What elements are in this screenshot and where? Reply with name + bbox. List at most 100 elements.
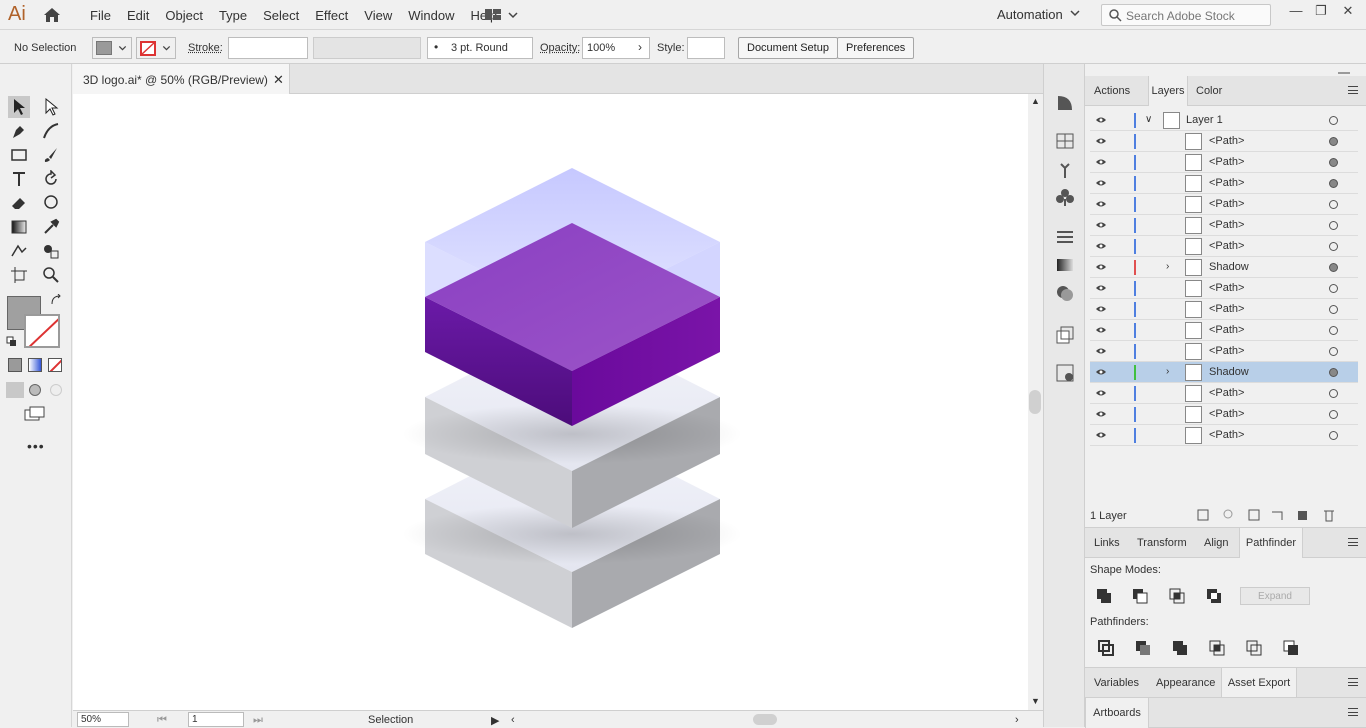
stroke-swatch[interactable] (136, 37, 176, 59)
variable-width-profile[interactable] (313, 37, 421, 59)
tab-pathfinder[interactable]: Pathfinder (1239, 528, 1303, 558)
artboard-field[interactable]: 1 (188, 712, 244, 727)
gradient-mode-button[interactable] (28, 358, 42, 372)
tab-color[interactable]: Color (1196, 85, 1222, 97)
stroke-panel-icon[interactable] (1054, 226, 1076, 248)
chevron-right-icon[interactable]: › (1166, 366, 1169, 377)
opacity-label[interactable]: Opacity: (540, 42, 580, 54)
current-tool-status[interactable]: Selection (368, 714, 413, 726)
direct-selection-tool[interactable] (40, 96, 62, 118)
layer-row[interactable]: ∨ Layer 1 (1090, 110, 1358, 131)
default-colors-icon[interactable] (6, 336, 18, 348)
curvature-tool[interactable] (40, 120, 62, 142)
target-circle-icon[interactable] (1329, 347, 1338, 356)
menu-window[interactable]: Window (400, 8, 462, 23)
trim-icon[interactable] (1135, 640, 1151, 656)
target-circle-icon[interactable] (1329, 242, 1338, 251)
tab-actions[interactable]: Actions (1094, 85, 1130, 97)
visibility-eye-icon[interactable] (1095, 137, 1107, 145)
group-row[interactable]: › Shadow (1090, 362, 1358, 383)
menu-object[interactable]: Object (157, 8, 211, 23)
tab-links[interactable]: Links (1094, 537, 1120, 549)
visibility-eye-icon[interactable] (1095, 368, 1107, 376)
gradient-tool[interactable] (8, 216, 30, 238)
path-row[interactable]: <Path> (1090, 152, 1358, 173)
visibility-eye-icon[interactable] (1095, 389, 1107, 397)
symbols-icon[interactable] (1054, 186, 1076, 208)
target-circle-icon[interactable] (1329, 431, 1338, 440)
tab-artboards[interactable]: Artboards (1085, 698, 1149, 728)
eyedropper-tool[interactable] (40, 216, 62, 238)
visibility-eye-icon[interactable] (1095, 305, 1107, 313)
color-mode-button[interactable] (8, 358, 22, 372)
merge-icon[interactable] (1172, 640, 1188, 656)
artboard-tool[interactable] (8, 264, 30, 286)
minus-front-icon[interactable] (1132, 588, 1148, 604)
stroke-color-box[interactable] (24, 314, 60, 348)
draw-behind-icon[interactable] (29, 384, 41, 396)
scroll-left-icon[interactable]: ‹ (511, 714, 515, 726)
opacity-field[interactable]: 100% › (582, 37, 650, 59)
chevron-right-icon[interactable]: › (638, 40, 642, 54)
panel-menu-icon[interactable] (1348, 538, 1358, 546)
panel-menu-icon[interactable] (1348, 708, 1358, 716)
unite-icon[interactable] (1096, 588, 1112, 604)
shape-builder-tool[interactable] (8, 240, 30, 262)
target-circle-icon[interactable] (1329, 305, 1338, 314)
rectangle-tool[interactable] (8, 144, 30, 166)
graphic-styles-icon[interactable] (1054, 324, 1076, 346)
home-icon[interactable] (42, 6, 62, 24)
panel-menu-icon[interactable] (1348, 86, 1358, 94)
artboard-canvas[interactable] (73, 94, 1028, 710)
path-row[interactable]: <Path> (1090, 173, 1358, 194)
menu-type[interactable]: Type (211, 8, 255, 23)
visibility-eye-icon[interactable] (1095, 410, 1107, 418)
chevron-down-icon[interactable] (1070, 8, 1080, 18)
navigator-icon[interactable] (1054, 92, 1076, 114)
visibility-eye-icon[interactable] (1095, 263, 1107, 271)
close-tab-icon[interactable]: ✕ (273, 72, 284, 88)
visibility-eye-icon[interactable] (1095, 431, 1107, 439)
none-mode-button[interactable] (48, 358, 62, 372)
target-circle-icon[interactable] (1329, 137, 1338, 146)
path-row[interactable]: <Path> (1090, 299, 1358, 320)
swap-colors-icon[interactable] (50, 294, 62, 306)
pen-tool[interactable] (8, 120, 30, 142)
menu-effect[interactable]: Effect (307, 8, 356, 23)
fill-swatch[interactable] (92, 37, 132, 59)
puppet-warp-tool[interactable] (40, 192, 62, 214)
gradient-panel-icon[interactable] (1054, 254, 1076, 276)
divide-icon[interactable] (1098, 640, 1114, 656)
live-paint-tool[interactable] (40, 240, 62, 262)
workspace-label[interactable]: Automation (997, 7, 1063, 22)
brush-definition[interactable]: • 3 pt. Round (427, 37, 533, 59)
stock-search[interactable]: Search Adobe Stock (1101, 4, 1271, 26)
draw-normal-icon[interactable] (6, 382, 24, 398)
minus-back-icon[interactable] (1283, 640, 1299, 656)
zoom-field[interactable]: 50% (77, 712, 129, 727)
h-scroll-thumb[interactable] (753, 714, 777, 725)
minimize-icon[interactable]: — (1285, 3, 1307, 23)
path-row[interactable]: <Path> (1090, 131, 1358, 152)
eraser-tool[interactable] (8, 192, 30, 214)
first-artboard-icon[interactable]: ⏮ (157, 714, 167, 727)
selection-tool[interactable] (8, 96, 30, 118)
menu-view[interactable]: View (356, 8, 400, 23)
document-setup-button[interactable]: Document Setup (738, 37, 838, 59)
scroll-thumb[interactable] (1029, 390, 1041, 414)
path-row[interactable]: <Path> (1090, 425, 1358, 446)
visibility-eye-icon[interactable] (1095, 242, 1107, 250)
target-circle-icon[interactable] (1329, 410, 1338, 419)
intersect-icon[interactable] (1169, 588, 1185, 604)
status-menu-icon[interactable]: ▶ (491, 714, 499, 727)
tab-layers[interactable]: Layers (1148, 76, 1188, 106)
screen-mode-icon[interactable] (24, 406, 46, 422)
path-row[interactable]: <Path> (1090, 341, 1358, 362)
vertical-scrollbar[interactable]: ▲ ▼ (1028, 94, 1043, 710)
zoom-tool[interactable] (40, 264, 62, 286)
paintbrush-tool[interactable] (40, 144, 62, 166)
draw-inside-icon[interactable] (50, 384, 62, 396)
path-row[interactable]: <Path> (1090, 194, 1358, 215)
target-circle-icon[interactable] (1329, 284, 1338, 293)
rotate-tool[interactable] (40, 168, 62, 190)
